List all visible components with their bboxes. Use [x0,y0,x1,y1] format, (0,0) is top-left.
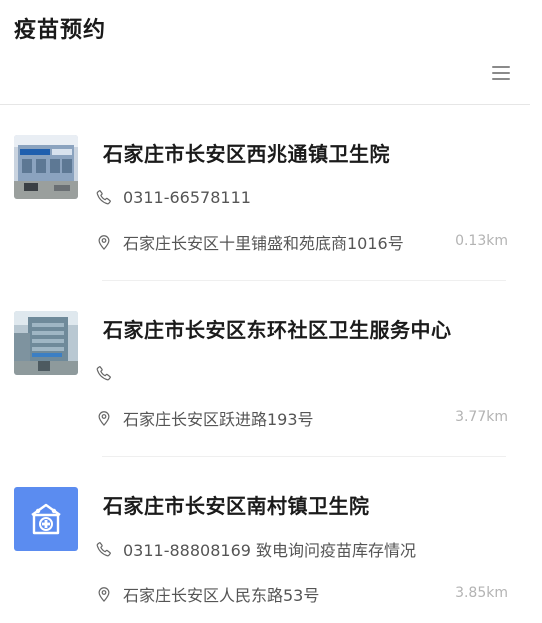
clinic-card[interactable]: 石家庄市长安区西兆通镇卫生院 0311-66578111 石家庄长安区十里铺盛和… [0,105,542,281]
address-row: 石家庄长安区人民东路53号 [95,583,319,605]
location-pin-icon [98,235,110,250]
hamburger-menu-icon[interactable] [492,66,510,80]
page-title: 疫苗预约 [14,18,107,43]
location-pin-icon [98,411,110,426]
address-row: 石家庄长安区跃进路193号 [95,407,314,429]
clinic-address: 石家庄长安区人民东路53号 [123,586,320,605]
address-row: 石家庄长安区十里铺盛和苑底商1016号 [95,231,404,253]
phone-row[interactable] [95,362,123,384]
distance: 3.77km [455,409,508,425]
clinic-address: 石家庄长安区十里铺盛和苑底商1016号 [123,234,404,253]
location-pin-icon [98,587,110,602]
phone-number: 0311-88808169 致电询问疫苗库存情况 [123,541,417,560]
clinic-photo [14,135,78,199]
clinic-placeholder-image [14,487,78,551]
clinic-photo [14,311,78,375]
clinic-name: 石家庄市长安区南村镇卫生院 [103,494,370,518]
phone-row[interactable]: 0311-88808169 致电询问疫苗库存情况 [95,538,416,560]
phone-number: 0311-66578111 [123,187,251,207]
phone-icon [96,190,111,205]
clinic-name: 石家庄市长安区西兆通镇卫生院 [103,142,390,166]
distance: 3.85km [455,585,508,601]
phone-row[interactable]: 0311-66578111 [95,186,251,208]
clinic-card[interactable]: 石家庄市长安区东环社区卫生服务中心 石家庄长安区跃进路193号 3.77km [0,281,542,457]
phone-icon [96,366,111,381]
phone-icon [96,542,111,557]
clinic-card[interactable]: 石家庄市长安区南村镇卫生院 0311-88808169 致电询问疫苗库存情况 石… [0,457,542,623]
distance: 0.13km [455,233,508,249]
clinic-name: 石家庄市长安区东环社区卫生服务中心 [103,318,452,342]
clinic-address: 石家庄长安区跃进路193号 [123,410,314,429]
header: 疫苗预约 [0,0,542,104]
